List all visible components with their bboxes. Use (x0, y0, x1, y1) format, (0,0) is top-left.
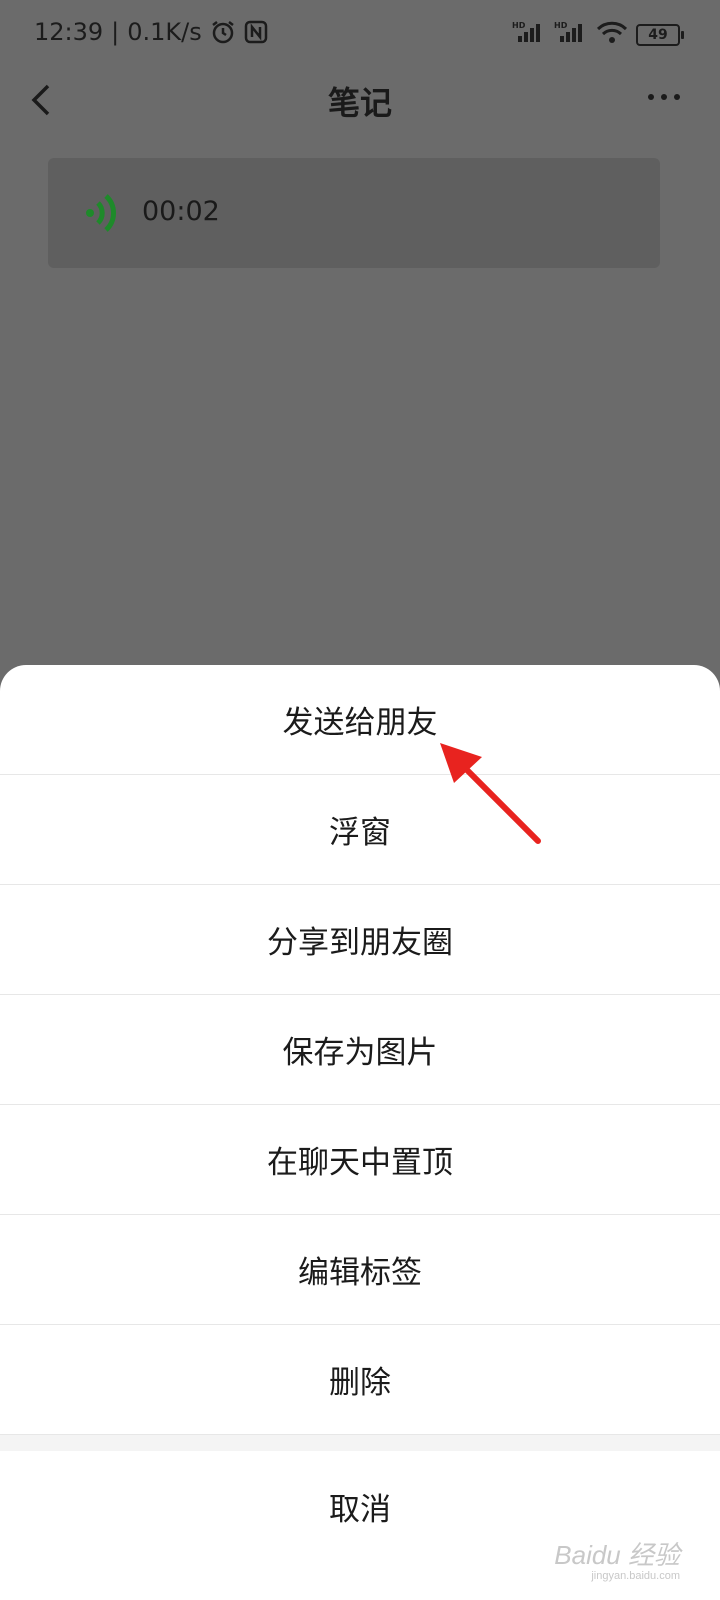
status-left: 12:39 | 0.1K/s (34, 18, 268, 46)
sheet-divider-gap (0, 1435, 720, 1451)
svg-text:HD: HD (554, 21, 568, 30)
more-dot (648, 94, 654, 100)
nfc-icon (244, 20, 268, 44)
more-dot (661, 94, 667, 100)
delete-item[interactable]: 删除 (0, 1325, 720, 1435)
battery-icon: 49 (636, 24, 684, 46)
svg-text:HD: HD (512, 21, 526, 30)
watermark-text: Baidu 经验 (554, 1540, 680, 1570)
voice-note-card[interactable]: 00:02 (48, 158, 660, 268)
wifi-icon (596, 20, 628, 50)
nav-bar: 笔记 (0, 70, 720, 130)
hd-signal-icon-2: HD (554, 20, 588, 50)
voice-playing-icon (84, 192, 124, 238)
action-sheet: 发送给朋友 浮窗 分享到朋友圈 保存为图片 在聊天中置顶 编辑标签 删除 取消 (0, 665, 720, 1600)
save-as-image-item[interactable]: 保存为图片 (0, 995, 720, 1105)
send-to-friend-item[interactable]: 发送给朋友 (0, 665, 720, 775)
status-time: 12:39 (34, 18, 104, 46)
status-separator: | (111, 18, 120, 46)
alarm-icon (210, 19, 236, 45)
pin-in-chat-item[interactable]: 在聊天中置顶 (0, 1105, 720, 1215)
baidu-watermark: Baidu 经验 jingyan.baidu.com (554, 1535, 680, 1582)
more-icon[interactable] (648, 94, 680, 100)
page-title: 笔记 (327, 84, 392, 122)
edit-tags-item[interactable]: 编辑标签 (0, 1215, 720, 1325)
network-speed: 0.1K/s (127, 18, 202, 46)
status-right: HD HD 49 (512, 20, 684, 50)
status-bar: 12:39 | 0.1K/s HD HD 49 (0, 0, 720, 70)
floating-window-item[interactable]: 浮窗 (0, 775, 720, 885)
more-dot (674, 94, 680, 100)
share-to-moments-item[interactable]: 分享到朋友圈 (0, 885, 720, 995)
hd-signal-icon: HD (512, 20, 546, 50)
voice-duration: 00:02 (142, 196, 220, 227)
watermark-sub: jingyan.baidu.com (591, 1570, 680, 1582)
annotation-arrow-icon (430, 735, 550, 854)
